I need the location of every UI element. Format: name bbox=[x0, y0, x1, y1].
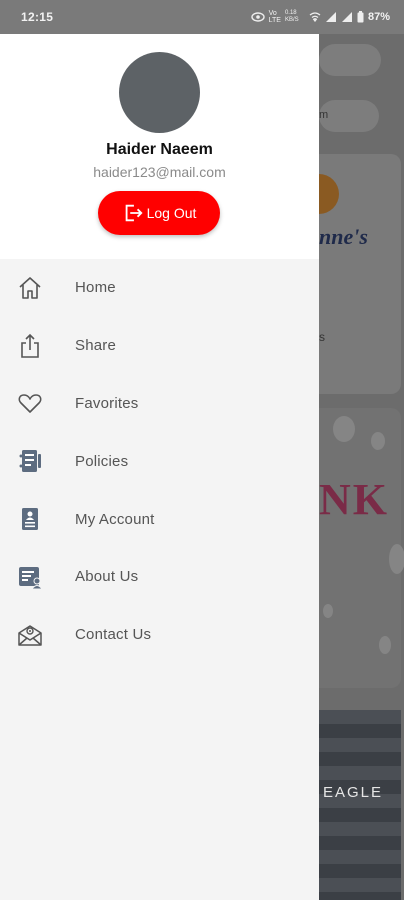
signal-icon bbox=[341, 12, 352, 22]
menu-item-favorites[interactable]: Favorites bbox=[0, 375, 319, 433]
user-name: Haider Naeem bbox=[106, 141, 213, 158]
background-brand-card: EAGLE bbox=[319, 710, 401, 900]
background-search-field bbox=[319, 44, 381, 76]
status-bar: 12:15 Vo LTE 0.18 KB/S 87% bbox=[0, 0, 404, 34]
menu-item-label: My Account bbox=[75, 510, 155, 528]
contact-mail-icon bbox=[0, 622, 60, 648]
menu-item-about-us[interactable]: About Us bbox=[0, 548, 319, 606]
logout-button[interactable]: Log Out bbox=[98, 191, 220, 235]
avatar[interactable] bbox=[119, 52, 200, 133]
eye-icon bbox=[250, 12, 265, 22]
policy-document-icon bbox=[0, 448, 60, 474]
drawer-menu: Home Share Favorites Policies My Account bbox=[0, 259, 319, 664]
status-time: 12:15 bbox=[21, 10, 54, 24]
signal-icon bbox=[325, 12, 336, 22]
status-indicators: Vo LTE 0.18 KB/S 87% bbox=[250, 10, 390, 24]
share-icon bbox=[0, 333, 60, 359]
home-icon bbox=[0, 275, 60, 301]
menu-item-label: Home bbox=[75, 279, 116, 297]
logout-icon bbox=[125, 204, 143, 222]
menu-item-label: Policies bbox=[75, 452, 129, 470]
battery-icon bbox=[357, 11, 364, 23]
menu-item-share[interactable]: Share bbox=[0, 317, 319, 375]
background-chip: m bbox=[319, 100, 379, 132]
menu-item-label: About Us bbox=[75, 568, 139, 586]
about-person-icon bbox=[0, 564, 60, 590]
menu-item-contact-us[interactable]: Contact Us bbox=[0, 606, 319, 664]
background-brand-card: NK bbox=[319, 408, 404, 688]
background-app-content: m nne's s NK EAGLE bbox=[319, 34, 404, 900]
menu-item-home[interactable]: Home bbox=[0, 259, 319, 317]
account-card-icon bbox=[0, 506, 60, 532]
battery-percent: 87% bbox=[367, 11, 390, 23]
brand-name: EAGLE bbox=[323, 784, 384, 801]
jeans-image bbox=[319, 710, 401, 900]
background-brand-card: nne's s bbox=[319, 154, 401, 394]
brand-name: nne's bbox=[319, 224, 368, 249]
menu-item-my-account[interactable]: My Account bbox=[0, 490, 319, 548]
menu-item-label: Contact Us bbox=[75, 626, 152, 644]
menu-item-policies[interactable]: Policies bbox=[0, 432, 319, 490]
navigation-drawer: Haider Naeem haider123@mail.com Log Out … bbox=[0, 34, 319, 900]
wifi-icon bbox=[309, 12, 321, 22]
menu-item-label: Favorites bbox=[75, 394, 139, 412]
menu-item-label: Share bbox=[75, 337, 117, 355]
brand-logo-icon bbox=[319, 174, 339, 214]
brand-caption: s bbox=[319, 330, 325, 344]
brand-name: NK bbox=[319, 475, 389, 524]
heart-icon bbox=[0, 390, 60, 416]
vo-lte-icon: Vo LTE bbox=[268, 10, 281, 24]
logout-label: Log Out bbox=[146, 205, 197, 221]
data-speed-icon: 0.18 KB/S bbox=[284, 10, 299, 23]
profile-header: Haider Naeem haider123@mail.com Log Out bbox=[0, 34, 319, 259]
user-email: haider123@mail.com bbox=[93, 164, 226, 180]
